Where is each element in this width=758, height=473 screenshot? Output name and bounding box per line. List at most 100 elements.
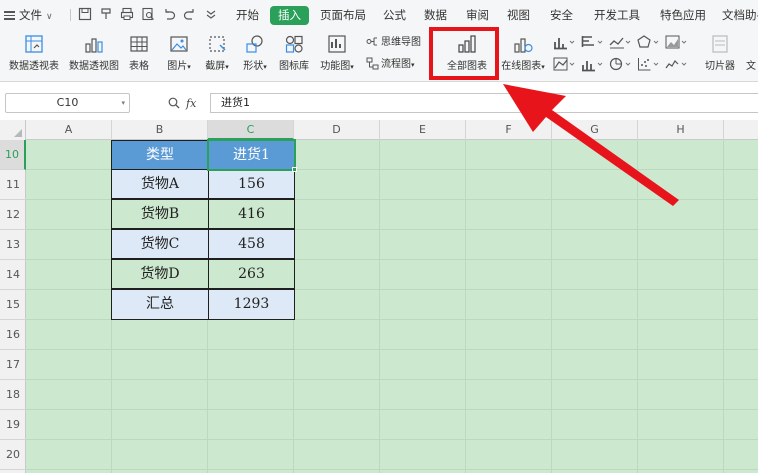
combo-chart-icon[interactable]: [581, 56, 603, 72]
column-header-a[interactable]: A: [26, 120, 112, 140]
row-header-12[interactable]: 12: [0, 200, 26, 230]
sparkline-icon[interactable]: [665, 56, 687, 72]
save-icon[interactable]: [78, 7, 92, 21]
formula-tools: fx: [168, 95, 196, 113]
column-header-b[interactable]: B: [112, 120, 208, 140]
formula-input[interactable]: 进货1: [210, 93, 758, 113]
tab-review[interactable]: 审阅: [466, 0, 489, 30]
cell-c11[interactable]: 156: [208, 169, 295, 199]
fill-handle[interactable]: [292, 167, 297, 172]
tab-view[interactable]: 视图: [507, 0, 530, 30]
function-chart-button[interactable]: 功能图▾: [316, 30, 358, 82]
column-header-f[interactable]: F: [466, 120, 552, 140]
tab-special-features[interactable]: 特色应用: [660, 0, 706, 30]
chevron-down-icon[interactable]: ▾: [121, 94, 125, 112]
grid-line: [26, 349, 758, 350]
row-header-16[interactable]: 16: [0, 320, 26, 350]
pivot-table-button[interactable]: 数据透视表: [6, 30, 62, 82]
cell-c15-total[interactable]: 1293: [208, 289, 295, 320]
mind-map-label: 思维导图: [381, 37, 421, 48]
tab-page-layout[interactable]: 页面布局: [320, 0, 366, 30]
menu-bar: 文件 ∨ 开始 插入 页面布局 公式 数据 审阅 视图 安全 开发工具 特色应用 …: [0, 0, 758, 30]
select-all-corner[interactable]: [0, 120, 26, 140]
cell-b11[interactable]: 货物A: [111, 169, 209, 199]
bar-chart-horizontal-icon[interactable]: [581, 34, 603, 50]
icon-library-button[interactable]: 图标库: [276, 30, 312, 82]
flowchart-label: 流程图: [381, 59, 411, 70]
grid-line: [465, 140, 466, 473]
active-cell-outline: [207, 139, 296, 171]
row-header-14[interactable]: 14: [0, 260, 26, 290]
print-icon[interactable]: [120, 7, 134, 21]
tab-data[interactable]: 数据: [424, 0, 447, 30]
row-header-11[interactable]: 11: [0, 170, 26, 200]
file-menu-label: 文件: [19, 8, 42, 22]
column-chart-icon[interactable]: [553, 34, 575, 50]
file-menu[interactable]: 文件 ∨: [4, 0, 53, 30]
text-box-button[interactable]: 文: [744, 30, 758, 82]
grid-line: [26, 469, 758, 470]
flowchart-button[interactable]: 流程图▾: [366, 56, 415, 73]
column-header-e[interactable]: E: [380, 120, 466, 140]
shape-button[interactable]: 形状▾: [238, 30, 272, 82]
name-box[interactable]: C10 ▾: [5, 93, 130, 113]
area-chart-icon[interactable]: [665, 34, 687, 50]
stock-chart-icon[interactable]: [553, 56, 575, 72]
grid-line: [26, 379, 758, 380]
row-header-10[interactable]: 10: [0, 140, 26, 170]
column-header-bar: A B C D E F G H: [0, 120, 758, 140]
row-header-17[interactable]: 17: [0, 350, 26, 380]
flowchart-icon: [366, 57, 379, 70]
row-header-15[interactable]: 15: [0, 290, 26, 320]
cell-c14[interactable]: 263: [208, 259, 295, 289]
row-header-18[interactable]: 18: [0, 380, 26, 410]
online-chart-button[interactable]: 在线图表▾: [500, 30, 546, 82]
row-header-20[interactable]: 20: [0, 440, 26, 470]
picture-label-text: 图片: [167, 61, 188, 72]
line-chart-icon[interactable]: [609, 34, 631, 50]
zoom-icon[interactable]: [168, 97, 180, 109]
tab-formulas[interactable]: 公式: [383, 0, 406, 30]
mind-map-button[interactable]: 思维导图: [366, 34, 421, 51]
table-button[interactable]: 表格: [124, 30, 154, 82]
cell-b12[interactable]: 货物B: [111, 199, 209, 229]
tab-home[interactable]: 开始: [236, 0, 259, 30]
function-chart-label-text: 功能图: [320, 61, 351, 72]
function-chart-label: 功能图▾: [320, 61, 354, 72]
radar-chart-icon[interactable]: [637, 34, 659, 50]
column-header-h[interactable]: H: [638, 120, 724, 140]
format-painter-icon[interactable]: [99, 7, 113, 21]
picture-button[interactable]: 图片▾: [162, 30, 196, 82]
online-chart-icon: [514, 38, 533, 53]
pie-chart-icon[interactable]: [609, 56, 631, 72]
column-header-d[interactable]: D: [294, 120, 380, 140]
row-header-19[interactable]: 19: [0, 410, 26, 440]
scatter-chart-icon[interactable]: [637, 56, 659, 72]
pivot-chart-label: 数据透视图: [69, 61, 119, 72]
grid-line: [26, 439, 758, 440]
cell-b14[interactable]: 货物D: [111, 259, 209, 289]
row-header-13[interactable]: 13: [0, 230, 26, 260]
cell-b13[interactable]: 货物C: [111, 229, 209, 259]
column-header-c[interactable]: C: [208, 120, 294, 140]
tab-security[interactable]: 安全: [550, 0, 573, 30]
online-chart-label-text: 在线图表: [501, 61, 542, 72]
redo-icon[interactable]: [183, 7, 197, 21]
tab-insert[interactable]: 插入: [270, 6, 309, 25]
cell-c12[interactable]: 416: [208, 199, 295, 229]
cell-c13[interactable]: 458: [208, 229, 295, 259]
tab-doc-assistant[interactable]: 文档助手: [722, 0, 758, 30]
slicer-button[interactable]: 切片器: [702, 30, 738, 82]
customize-toolbar-icon[interactable]: [204, 7, 218, 21]
grid-line: [26, 409, 758, 410]
print-preview-icon[interactable]: [141, 7, 155, 21]
cell-b15-total[interactable]: 汇总: [111, 289, 209, 320]
undo-icon[interactable]: [162, 7, 176, 21]
screenshot-button[interactable]: 截屏▾: [200, 30, 234, 82]
tab-developer[interactable]: 开发工具: [594, 0, 640, 30]
cell-b10-header-type[interactable]: 类型: [111, 140, 209, 170]
pivot-chart-button[interactable]: 数据透视图: [66, 30, 122, 82]
fx-icon[interactable]: fx: [186, 97, 196, 110]
column-header-g[interactable]: G: [552, 120, 638, 140]
chevron-down-icon: ∨: [46, 12, 53, 22]
